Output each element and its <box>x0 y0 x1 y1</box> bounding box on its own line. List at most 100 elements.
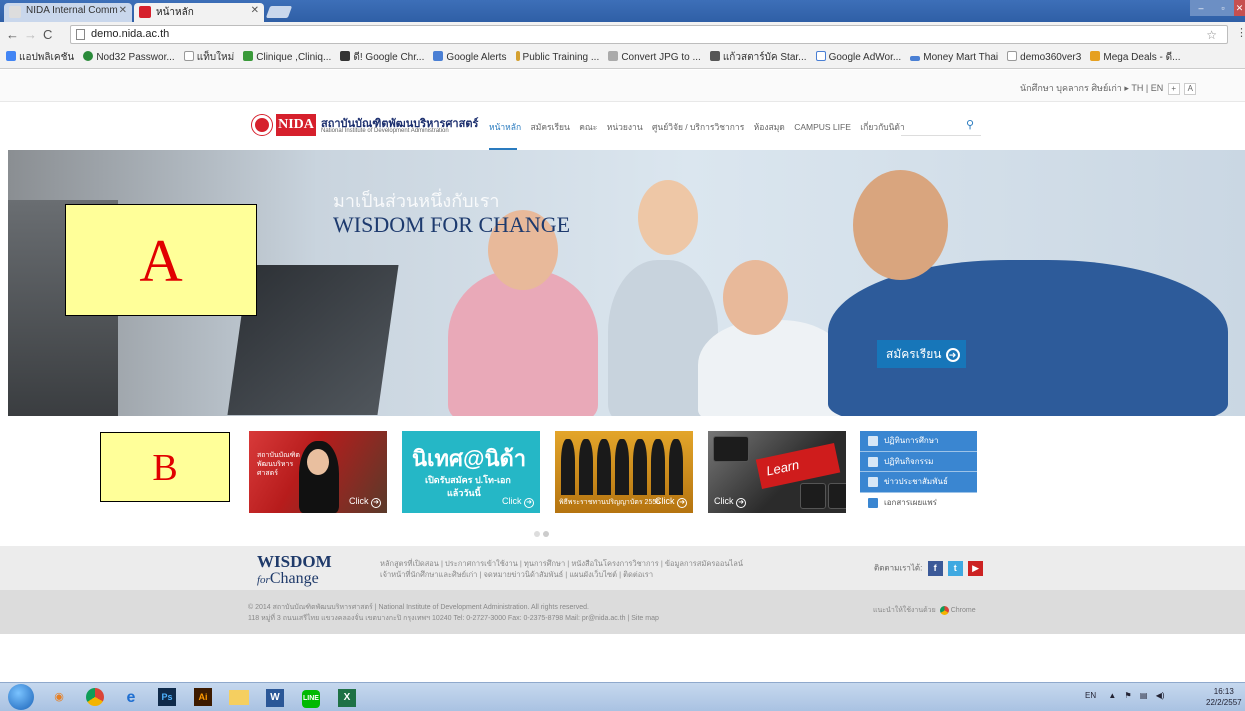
bookmark-star-icon[interactable]: ☆ <box>1206 27 1217 44</box>
bookmark-item[interactable]: ดี! Google Chr... <box>340 48 424 68</box>
bookmark-item[interactable]: Money Mart Thai <box>910 48 998 68</box>
new-tab-button[interactable] <box>265 6 293 18</box>
bookmark-label: Clinique ,Cliniq... <box>256 52 332 63</box>
bookmark-label: Nod32 Passwor... <box>96 52 175 63</box>
side-menu-activity-calendar[interactable]: ปฏิทินกิจกรรม <box>860 451 977 472</box>
minimize-icon[interactable]: – <box>1190 0 1212 16</box>
bookmark-item[interactable]: แก้วสตาร์บัค Star... <box>709 48 807 68</box>
bookmark-item[interactable]: Public Training ... <box>515 48 599 68</box>
nav-research[interactable]: ศูนย์วิจัย / บริการวิชาการ <box>652 122 744 132</box>
excel-icon[interactable]: X <box>332 685 362 710</box>
close-tab-icon[interactable]: ✕ <box>251 5 259 16</box>
side-menu-news[interactable]: ข่าวประชาสัมพันธ์ <box>860 472 977 493</box>
utility-links-text[interactable]: นักศึกษา บุคลากร ศิษย์เก่า ▸ TH | EN <box>1020 83 1163 93</box>
font-size-button[interactable]: A <box>1184 83 1197 95</box>
chrome-icon <box>939 605 949 615</box>
flag-icon[interactable]: ⚑ <box>1125 691 1132 700</box>
chrome-taskbar-icon[interactable] <box>80 685 110 710</box>
bookmark-item[interactable]: Nod32 Passwor... <box>83 48 175 68</box>
tile-learn[interactable]: Learn Click ➜ <box>708 431 846 513</box>
word-icon[interactable]: W <box>260 685 290 710</box>
forward-icon[interactable]: → <box>24 27 37 42</box>
file-explorer-icon[interactable] <box>224 685 254 710</box>
photoshop-icon[interactable]: Ps <box>152 685 182 710</box>
illustrator-icon[interactable]: Ai <box>188 685 218 710</box>
nav-units[interactable]: หน่วยงาน <box>607 122 643 132</box>
main-nav: หน้าหลัก สมัครเรียน คณะ หน่วยงาน ศูนย์วิ… <box>489 120 912 134</box>
graduate-figure <box>633 439 647 495</box>
clock-time: 16:13 <box>1213 687 1234 696</box>
volume-icon[interactable]: ◀) <box>1156 691 1165 700</box>
carousel-dot[interactable] <box>534 531 540 537</box>
internet-explorer-icon[interactable]: e <box>116 685 146 710</box>
twitter-icon[interactable]: t <box>947 561 963 576</box>
search-icon[interactable]: ⚲ <box>966 118 974 131</box>
tab-home[interactable]: หน้าหลัก ✕ <box>134 3 264 22</box>
font-increase-button[interactable]: + <box>1167 83 1180 95</box>
tab-title: หน้าหลัก <box>156 7 194 18</box>
nav-library[interactable]: ห้องสมุด <box>754 122 785 132</box>
footer-links[interactable]: หลักสูตรที่เปิดสอน | ประกาศการเข้าใช้งาน… <box>380 558 760 580</box>
footer-links-row[interactable]: เจ้าหน้าที่นักศึกษาและศิษย์เก่า | จดหมาย… <box>380 569 760 580</box>
bookmark-item[interactable]: Google AdWor... <box>815 48 901 68</box>
tile-click[interactable]: Click ➜ <box>502 496 534 508</box>
bookmark-item[interactable]: Mega Deals - ดี... <box>1090 48 1180 68</box>
footer-links-row[interactable]: หลักสูตรที่เปิดสอน | ประกาศการเข้าใช้งาน… <box>380 558 760 569</box>
nav-apply[interactable]: สมัครเรียน <box>531 122 570 132</box>
page-icon <box>76 29 85 40</box>
tray-arrow-icon[interactable]: ▲ <box>1108 691 1116 700</box>
chrome-menu-icon[interactable]: ⋮ <box>1236 26 1245 39</box>
bookmark-label: Money Mart Thai <box>923 52 999 63</box>
tile-promo-student[interactable]: สถาบันบัณฑิต พัฒนบริหาร ศาสตร์ Click ➜ <box>249 431 387 513</box>
close-window-icon[interactable]: ✕ <box>1234 0 1245 16</box>
search-input[interactable]: ⚲ <box>901 114 981 136</box>
address-bar[interactable]: demo.nida.ac.th ☆ <box>70 25 1228 44</box>
close-tab-icon[interactable]: ✕ <box>119 5 127 16</box>
taskbar: ◉ e Ps Ai W LINE X EN ▲ ⚑ ▤ ◀) 16:13 22/… <box>0 682 1245 711</box>
tile-comm-arts[interactable]: นิเทศ@นิด้า เปิดรับสมัคร ป.โท-เอก แล้ววั… <box>402 431 540 513</box>
nav-campus-life[interactable]: CAMPUS LIFE <box>794 122 851 132</box>
nida-logo[interactable]: NIDA <box>276 114 316 136</box>
bookmark-label: แอปพลิเคชัน <box>19 52 75 63</box>
tile-click[interactable]: Click ➜ <box>349 496 381 508</box>
side-menu: ปฏิทินการศึกษา ปฏิทินกิจกรรม ข่าวประชาสั… <box>860 431 977 513</box>
carousel-dot[interactable] <box>543 531 549 537</box>
system-clock[interactable]: 16:13 22/2/2557 <box>1206 686 1242 708</box>
nida-seal-icon[interactable] <box>252 115 272 135</box>
bookmark-item[interactable]: Google Alerts <box>433 48 506 68</box>
tile-graduation[interactable]: พิธีพระราชทานปริญญาบัตร 2556 Click ➜ <box>555 431 693 513</box>
bookmark-item[interactable]: Convert JPG to ... <box>608 48 701 68</box>
tile-click[interactable]: Click ➜ <box>714 496 747 508</box>
utility-links: นักศึกษา บุคลากร ศิษย์เก่า ▸ TH | EN + A <box>1020 81 1197 95</box>
start-button[interactable] <box>8 684 34 710</box>
apply-button[interactable]: สมัครเรียน ➜ <box>877 340 966 368</box>
network-icon[interactable]: ▤ <box>1140 691 1148 700</box>
side-menu-label: ปฏิทินกิจกรรม <box>884 456 934 466</box>
nav-home[interactable]: หน้าหลัก <box>489 122 521 132</box>
side-menu-academic-calendar[interactable]: ปฏิทินการศึกษา <box>860 431 977 452</box>
media-player-icon[interactable]: ◉ <box>44 685 74 710</box>
tile-click[interactable]: Click ➜ <box>655 496 687 508</box>
reload-icon[interactable]: C <box>43 27 52 42</box>
facebook-icon[interactable]: f <box>927 561 943 576</box>
line-icon[interactable]: LINE <box>296 685 326 710</box>
bookmark-item[interactable]: Clinique ,Cliniq... <box>243 48 331 68</box>
language-indicator[interactable]: EN <box>1085 691 1096 700</box>
bookmark-item[interactable]: demo360ver3 <box>1007 48 1081 68</box>
back-icon[interactable]: ← <box>6 27 19 42</box>
nav-faculties[interactable]: คณะ <box>579 122 597 132</box>
bookmark-label: Google Alerts <box>446 52 507 63</box>
restore-icon[interactable]: ▫ <box>1212 0 1234 16</box>
bookmark-label: Mega Deals - ดี... <box>1103 52 1181 63</box>
footer-for-text: for <box>257 574 270 586</box>
tab-nida-internal[interactable]: NIDA Internal Comm ✕ <box>4 3 132 22</box>
youtube-icon[interactable]: ▶ <box>968 561 984 576</box>
nav-about[interactable]: เกี่ยวกับนิด้า <box>860 122 904 132</box>
tile-subtitle: แล้ววันนี้ <box>447 488 481 498</box>
keyboard-key <box>800 483 826 509</box>
recommend-browser: Chrome <box>950 607 976 614</box>
side-menu-publications[interactable]: เอกสารเผยแพร่ <box>860 492 977 513</box>
bookmark-apps[interactable]: แอปพลิเคชัน <box>6 48 74 68</box>
footer-links-bar: WISDOM forChange หลักสูตรที่เปิดสอน | ปร… <box>0 546 1245 590</box>
bookmark-item[interactable]: แท็บใหม่ <box>183 48 234 68</box>
